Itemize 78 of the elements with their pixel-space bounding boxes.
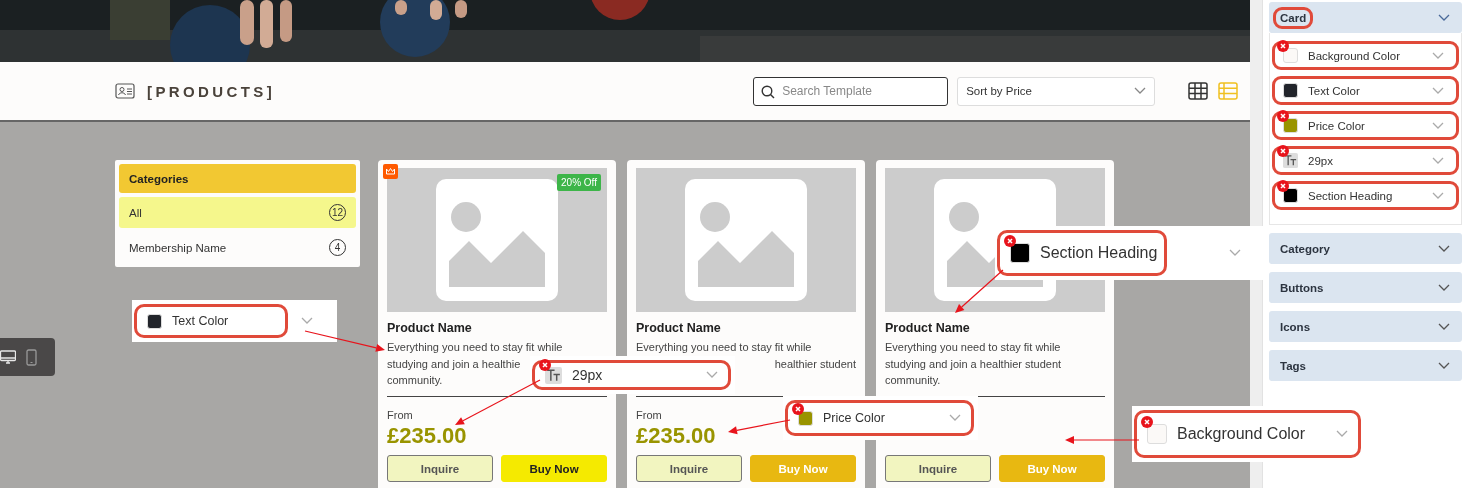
grid-view-icon[interactable] [1188, 82, 1209, 100]
image-placeholder-icon [436, 179, 558, 301]
discount-badge: 20% Off [557, 174, 601, 191]
buy-button[interactable]: Buy Now [501, 455, 607, 482]
chevron-down-icon [301, 317, 313, 325]
color-swatch[interactable] [1283, 83, 1298, 98]
product-name: Product Name [387, 321, 473, 335]
product-price: £235.00 [387, 422, 467, 450]
product-description: Everything you need to stay fit while [885, 340, 1061, 355]
section-title: Tags [1279, 358, 1307, 374]
color-swatch[interactable] [1010, 243, 1030, 263]
remove-icon[interactable] [539, 358, 551, 371]
product-price: £235.00 [636, 422, 716, 450]
search-field[interactable]: Search Template [753, 76, 949, 106]
color-swatch[interactable] [1283, 188, 1298, 203]
chevron-down-icon [1336, 430, 1348, 438]
chevron-down-icon [1432, 51, 1444, 60]
size-dropdown[interactable]: 29px [1272, 146, 1459, 175]
chevron-down-icon [706, 371, 718, 379]
section-title: [PRODUCTS] [147, 82, 276, 100]
product-description: community. [387, 373, 443, 388]
color-swatch[interactable] [1147, 424, 1167, 444]
remove-icon[interactable] [1277, 180, 1289, 192]
sort-dropdown[interactable]: Sort by Price [957, 76, 1156, 106]
chevron-down-icon [1229, 249, 1241, 257]
price-prefix: From [387, 409, 413, 421]
chevron-down-icon [1432, 191, 1444, 200]
product-description: studying and join a healthier student [885, 356, 1062, 372]
color-swatch[interactable] [1283, 118, 1298, 133]
size-dropdown[interactable]: 29px [532, 360, 731, 390]
product-description: healthier student [774, 356, 856, 372]
id-card-icon [115, 83, 135, 99]
product-description: studying and join a healthie [387, 356, 521, 372]
color-swatch[interactable] [147, 313, 162, 329]
section-title: Icons [1279, 319, 1312, 335]
color-dropdown[interactable]: Text Color [1272, 76, 1459, 105]
price-prefix: From [636, 409, 662, 421]
section-title: Card [1273, 6, 1314, 29]
chevron-down-icon [1432, 86, 1444, 95]
remove-icon[interactable] [1004, 235, 1016, 247]
desktop-icon[interactable] [0, 349, 16, 365]
search-icon [761, 84, 776, 99]
section-header[interactable]: Icons [1269, 311, 1462, 342]
inquire-button[interactable]: Inquire [885, 455, 991, 482]
section-header[interactable]: Buttons [1269, 272, 1462, 303]
panel-header: Categories [119, 164, 356, 193]
section-header[interactable]: Card [1269, 2, 1462, 33]
section-title: Buttons [1279, 280, 1325, 296]
color-dropdown[interactable]: Background Color [1272, 41, 1459, 70]
category-item[interactable]: All 12 [119, 197, 356, 228]
product-description: Everything you need to stay fit while [636, 340, 812, 355]
arrow [728, 419, 791, 435]
mobile-icon[interactable] [26, 348, 37, 366]
inquire-button[interactable]: Inquire [636, 455, 742, 482]
image-placeholder-icon [685, 179, 807, 301]
section-header[interactable]: Category [1269, 233, 1462, 264]
chevron-down-icon [949, 414, 961, 422]
chevron-down-icon [1432, 156, 1444, 165]
color-dropdown[interactable]: Text Color [134, 304, 288, 338]
product-name: Product Name [885, 321, 971, 335]
color-dropdown[interactable]: Section Heading [997, 230, 1167, 276]
category-item[interactable]: Membership Name 4 [119, 232, 356, 263]
color-swatch[interactable] [1283, 48, 1298, 63]
color-dropdown[interactable]: Background Color [1134, 410, 1361, 458]
chevron-down-icon [1134, 87, 1147, 95]
product-description: Everything you need to stay fit while [387, 340, 563, 355]
text-size-icon[interactable] [545, 366, 562, 384]
text-size-icon[interactable] [1283, 153, 1298, 168]
section-title: Category [1279, 241, 1331, 257]
color-dropdown[interactable]: Section Heading [1272, 181, 1459, 210]
chevron-down-icon [1432, 121, 1444, 130]
product-description: community. [885, 373, 941, 388]
color-dropdown[interactable]: Price Color [1272, 111, 1459, 140]
color-dropdown[interactable]: Price Color [785, 400, 974, 436]
inquire-button[interactable]: Inquire [387, 455, 493, 482]
section-header[interactable]: Tags [1269, 350, 1462, 381]
arrow [955, 269, 1004, 313]
product-name: Product Name [636, 321, 722, 335]
